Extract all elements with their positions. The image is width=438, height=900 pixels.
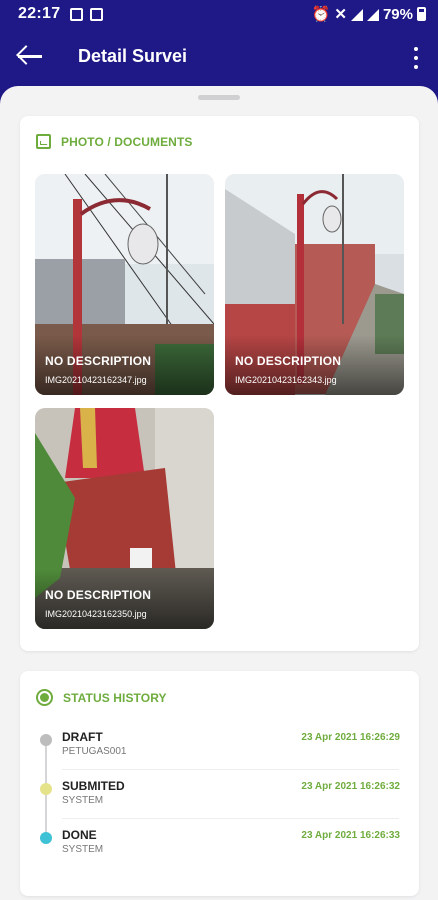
photo-thumbnail[interactable]: NO DESCRIPTION IMG20210423162347.jpg xyxy=(35,174,214,395)
status-section-header: STATUS HISTORY xyxy=(36,689,167,706)
sheet-drag-handle[interactable] xyxy=(198,95,240,100)
status-time: 22:17 xyxy=(18,5,61,22)
bottom-sheet: PHOTO / DOCUMENTS NO DESCRIPTION IMG2021… xyxy=(0,86,438,900)
photos-section-header: PHOTO / DOCUMENTS xyxy=(36,134,193,149)
status-state: DONE xyxy=(62,828,97,842)
status-history-card: STATUS HISTORY DRAFT PETUGAS001 23 Apr 2… xyxy=(20,671,419,896)
status-by: SYSTEM xyxy=(62,844,104,855)
divider xyxy=(62,818,399,819)
image-notification-icon xyxy=(70,8,83,21)
photo-file-name: IMG20210423162347.jpg xyxy=(45,375,147,385)
mute-icon: ✕ xyxy=(334,6,347,23)
status-by: PETUGAS001 xyxy=(62,746,127,757)
photo-file-name: IMG20210423162350.jpg xyxy=(45,609,147,619)
status-dot-icon xyxy=(36,689,53,706)
signal-icon xyxy=(350,9,363,21)
signal-icon-2 xyxy=(366,9,379,21)
photos-card: PHOTO / DOCUMENTS NO DESCRIPTION IMG2021… xyxy=(20,116,419,651)
app-notification-icon xyxy=(90,8,103,21)
status-dot xyxy=(40,832,52,844)
photo-file-name: IMG20210423162343.jpg xyxy=(235,375,337,385)
status-bar: 22:17 ⏰ ✕ 79% xyxy=(0,0,438,30)
photo-description: NO DESCRIPTION xyxy=(45,588,152,602)
more-vert-icon[interactable] xyxy=(412,46,420,70)
battery-icon xyxy=(417,7,426,21)
status-time: 23 Apr 2021 16:26:33 xyxy=(301,830,400,841)
app-bar: Detail Survei xyxy=(0,30,438,86)
back-arrow-icon[interactable] xyxy=(16,42,46,72)
status-time: 23 Apr 2021 16:26:29 xyxy=(301,732,400,743)
photo-description: NO DESCRIPTION xyxy=(235,354,342,368)
status-state: DRAFT xyxy=(62,730,103,744)
photo-thumbnail[interactable]: NO DESCRIPTION IMG20210423162350.jpg xyxy=(35,408,214,629)
photo-thumbnail[interactable]: NO DESCRIPTION IMG20210423162343.jpg xyxy=(225,174,404,395)
photo-description: NO DESCRIPTION xyxy=(45,354,152,368)
document-icon xyxy=(36,134,51,149)
status-history-item: DONE SYSTEM 23 Apr 2021 16:26:33 xyxy=(40,827,400,871)
status-state: SUBMITED xyxy=(62,779,125,793)
status-heading: STATUS HISTORY xyxy=(63,690,167,705)
status-history-item: DRAFT PETUGAS001 23 Apr 2021 16:26:29 xyxy=(40,729,400,773)
status-dot xyxy=(40,783,52,795)
status-by: SYSTEM xyxy=(62,795,104,806)
status-dot xyxy=(40,734,52,746)
page-title: Detail Survei xyxy=(78,46,188,66)
alarm-icon: ⏰ xyxy=(311,6,331,23)
photos-heading: PHOTO / DOCUMENTS xyxy=(61,134,193,149)
battery-level: 79% xyxy=(382,5,413,23)
divider xyxy=(62,769,399,770)
status-time: 23 Apr 2021 16:26:32 xyxy=(301,781,400,792)
status-history-item: SUBMITED SYSTEM 23 Apr 2021 16:26:32 xyxy=(40,778,400,822)
